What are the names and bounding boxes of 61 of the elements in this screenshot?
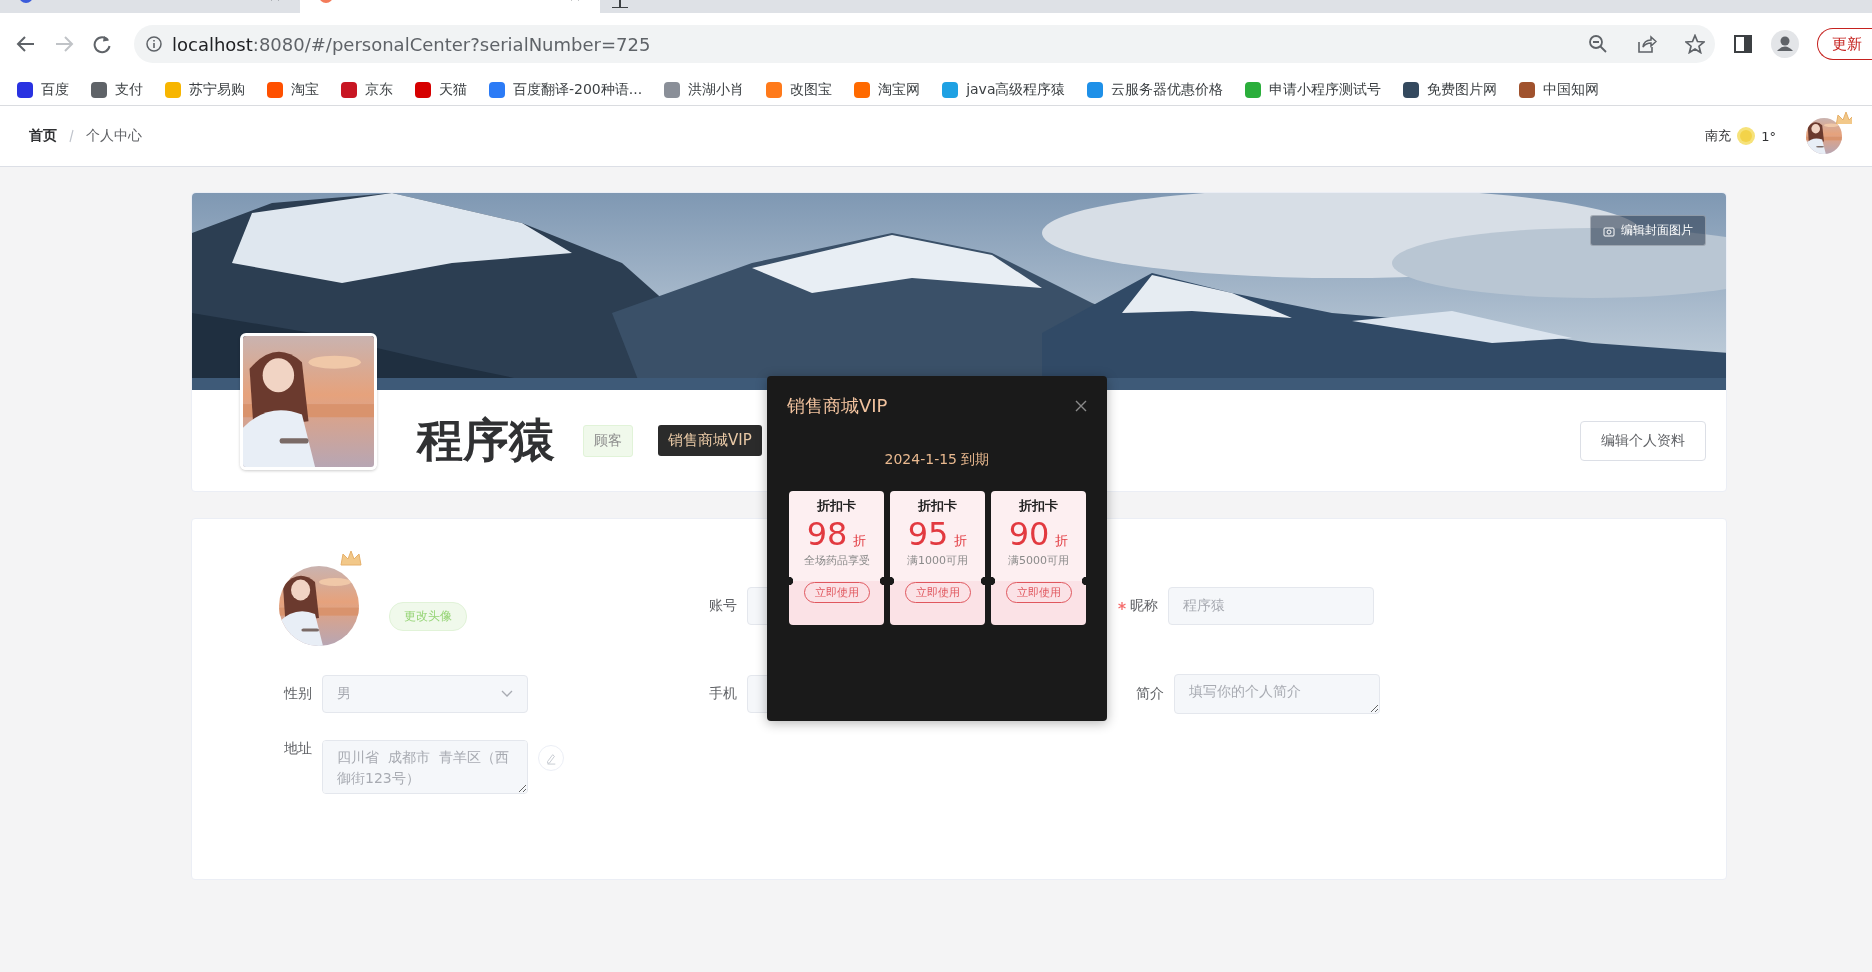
crown-icon [1834, 110, 1852, 124]
card-title: 折扣卡 [817, 497, 856, 515]
bookmark-link[interactable]: 免费图片网 [1403, 81, 1498, 99]
card-title: 折扣卡 [918, 497, 957, 515]
card-condition: 全场药品享受 [803, 553, 870, 568]
discount-unit: 折 [1055, 532, 1069, 550]
back-icon[interactable] [16, 34, 36, 54]
breadcrumb-item: 个人中心 [86, 127, 142, 145]
close-icon[interactable] [1075, 400, 1087, 412]
field-label: 账号 [708, 597, 737, 615]
discount-value: 98 [806, 516, 848, 552]
bookmark-link[interactable]: 改图宝 [766, 81, 833, 99]
update-button[interactable]: 更新 [1817, 28, 1872, 60]
discount-unit: 折 [853, 532, 867, 550]
city-label: 南充 [1705, 127, 1732, 145]
bookmark-link[interactable]: 京东 [341, 81, 393, 99]
field-label: 性别 [282, 684, 312, 703]
bookmark-link[interactable]: 中国知网 [1519, 81, 1600, 99]
breadcrumb-item[interactable]: 首页 [29, 127, 57, 145]
edit-profile-button[interactable]: 编辑个人资料 [1580, 420, 1706, 461]
user-name: 程序猿 [417, 411, 555, 469]
field-label: 手机 [708, 684, 737, 703]
bookmark-link[interactable]: 天猫 [415, 81, 467, 99]
bookmark-link[interactable]: 洪湖小肖 [664, 81, 745, 99]
card-condition: 满1000可用 [907, 553, 968, 568]
discount-value: 95 [907, 516, 949, 552]
star-icon[interactable] [1685, 34, 1705, 54]
required-icon [1118, 602, 1126, 610]
sun-icon [1736, 126, 1757, 146]
bookmark-link[interactable]: 申请小程序测试号 [1245, 81, 1382, 99]
bookmark-link[interactable]: java高级程序猿 [942, 81, 1066, 99]
discount-value: 90 [1008, 516, 1050, 552]
expiry-date: 2024-1-15 到期 [883, 451, 991, 469]
address-bar[interactable]: localhost:8080/#/personalCenter?serialNumber=725 [134, 25, 1715, 63]
bookmark-link[interactable]: 百度 [17, 81, 69, 99]
dialog-title: 销售商城VIP [787, 394, 888, 418]
card-title: 折扣卡 [1019, 497, 1058, 515]
new-tab-icon[interactable] [612, 0, 628, 8]
info-icon[interactable] [146, 36, 162, 52]
zoom-out-icon[interactable] [1588, 34, 1608, 54]
bookmark-link[interactable]: 支付 [91, 81, 143, 99]
discount-unit: 折 [954, 532, 968, 550]
side-panel-icon[interactable] [1733, 34, 1753, 54]
url-text: localhost:8080/#/personalCenter?serialNumber=725 [172, 33, 652, 55]
role-tag: 顾客 [583, 424, 633, 457]
field-label: 地址 [283, 740, 312, 758]
reload-icon[interactable] [92, 34, 112, 54]
bookmark-link[interactable]: 百度翻译-200种语... [489, 81, 643, 99]
field-label: 昵称 [1118, 597, 1158, 615]
bookmark-link[interactable]: 淘宝网 [854, 81, 921, 99]
profile-icon[interactable] [1771, 30, 1799, 58]
card-condition: 满5000可用 [1008, 553, 1069, 568]
temperature-label: 1° [1761, 128, 1776, 144]
bookmark-link[interactable]: 苏宁易购 [165, 81, 245, 99]
bookmark-link[interactable]: 云服务器优惠价格 [1087, 81, 1224, 99]
share-icon[interactable] [1636, 34, 1657, 54]
chevron-down-icon [501, 690, 513, 697]
breadcrumb-separator-icon [67, 128, 76, 144]
field-label: 简介 [1135, 684, 1164, 703]
vip-tag[interactable]: 销售商城VIP [658, 425, 762, 456]
bookmark-link[interactable]: 淘宝 [267, 81, 319, 99]
